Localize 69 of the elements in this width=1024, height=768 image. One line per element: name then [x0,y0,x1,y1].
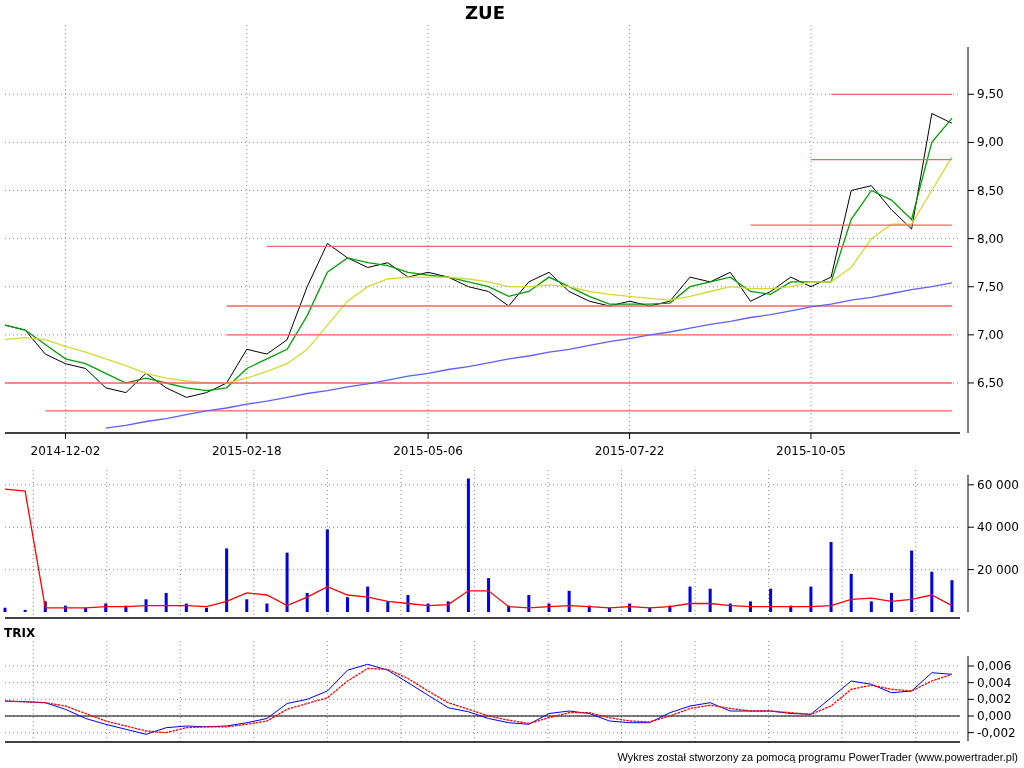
footer-credit: Wykres został stworzony za pomocą programu PowerTrader (www.powertrader.pl) [617,751,1018,763]
axis-label: 2015-07-22 [594,444,665,455]
volume-bar [587,605,591,612]
volume-bar [789,605,793,612]
volume-bar [164,592,168,612]
volume-bar [849,573,853,612]
axis-label: 2015-02-18 [211,444,282,455]
axis-label: 2015-10-05 [776,444,846,455]
volume-bar [104,603,108,612]
volume-bar [366,586,370,612]
axis-label: 8,50 [977,183,1004,198]
axis-label: 9,50 [977,87,1004,102]
volume-bar [386,601,390,612]
volume-bar [769,588,773,612]
volume-bar [23,609,27,612]
volume-bar [144,599,148,612]
volume-bar [910,550,914,612]
volume-bar [567,590,571,612]
panel-title: TRIX [4,625,36,641]
volume-bar [3,607,7,612]
volume-bar [63,605,67,612]
volume-bar [668,605,672,612]
axis-label: 40 000 [977,520,1019,535]
volume-bar [648,607,652,612]
volume-bar [406,595,410,612]
axis-label: 2014-12-02 [30,444,101,455]
volume-bar [829,542,833,612]
volume-bar [688,586,692,612]
volume-bar [728,603,732,612]
axis-label: 20 000 [977,562,1019,577]
volume-bar [890,592,893,612]
volume-bar [245,599,249,612]
volume-bar [305,592,309,612]
volume-bar [708,588,712,612]
volume-bar [124,605,128,612]
volume-bar [265,603,269,612]
axis-label: 0,006 [977,659,1012,673]
volume-bar [930,571,934,612]
volume-bar [184,603,188,612]
volume-bar [487,578,491,612]
axis-label: -0,002 [977,725,1016,740]
axis-label: 9,00 [977,135,1004,150]
volume-bar [225,548,229,612]
volume-bar [84,607,88,612]
axis-label: 0,004 [977,675,1012,690]
volume-bar [748,601,752,612]
chart-title: ZUE [465,1,505,25]
volume-bar [607,607,611,612]
volume-bar [205,607,208,612]
volume-bar [446,601,450,612]
volume-bar [43,601,47,612]
volume-bar [628,603,632,612]
axis-label: 7,50 [977,279,1004,294]
axis-label: 60 000 [977,477,1019,492]
volume-bar [507,605,511,612]
volume-bar [809,586,813,612]
axis-label: 7,00 [977,327,1004,342]
volume-bar [426,603,430,612]
axis-label: 0,002 [977,692,1012,707]
volume-bar [950,580,954,612]
volume-bar [346,597,349,612]
axis-label: 6,50 [977,375,1004,390]
volume-bar [527,595,531,612]
volume-bar [285,552,289,612]
volume-bar [547,603,551,612]
volume-bar [869,601,873,612]
axis-label: 2015-05-06 [393,444,463,455]
axis-label: 8,00 [977,231,1004,246]
axis-label: 0,000 [977,709,1012,723]
